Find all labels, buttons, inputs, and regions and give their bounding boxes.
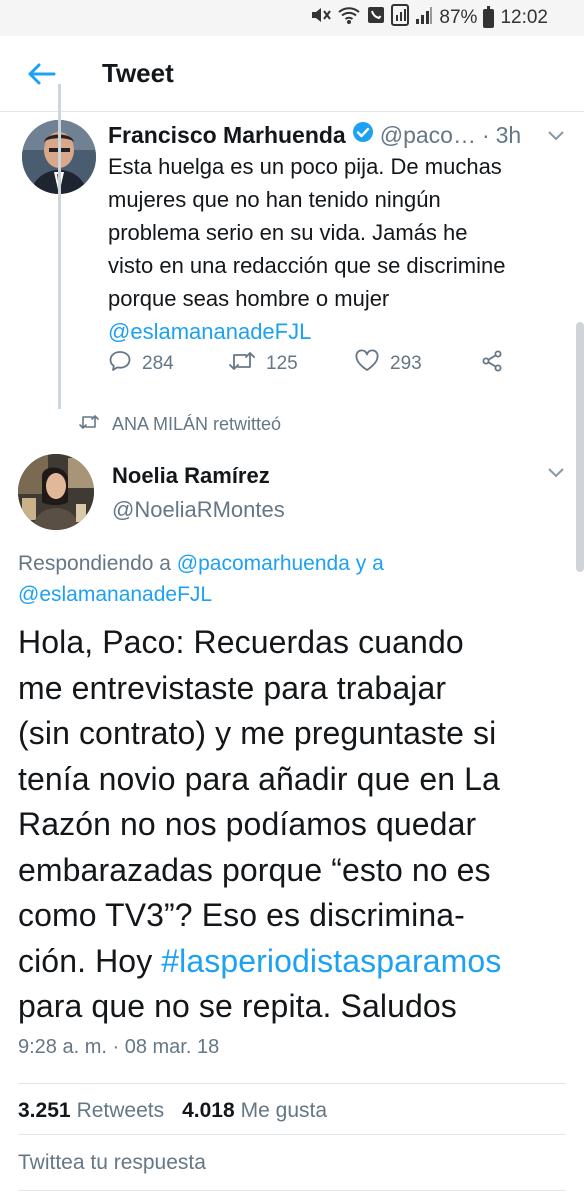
tweet-text-line: embarazadas porque “esto no es bbox=[18, 851, 491, 888]
tweet-text-line: ción. Hoy #lasperiodistasparamos bbox=[18, 939, 574, 985]
tweet-text-fragment: ción. Hoy bbox=[18, 942, 162, 979]
tweet-text-line: (sin contrato) y me preguntaste si bbox=[18, 715, 497, 751]
author-handle[interactable]: @NoeliaRMontes bbox=[112, 497, 285, 523]
divider bbox=[18, 1134, 566, 1135]
retweet-small-icon bbox=[78, 413, 100, 436]
heart-icon bbox=[354, 349, 380, 379]
author-handle[interactable]: @paco… bbox=[380, 122, 476, 149]
battery-percent: 87% bbox=[439, 7, 478, 28]
replying-and: y a bbox=[349, 552, 384, 575]
app-bar: Tweet bbox=[0, 36, 584, 112]
page-title: Tweet bbox=[102, 58, 174, 88]
reply-input[interactable]: Twittea tu respuesta bbox=[18, 1151, 206, 1175]
separator-dot: · bbox=[481, 121, 490, 148]
divider bbox=[18, 1083, 566, 1084]
wifi-icon bbox=[337, 5, 361, 31]
mention-link[interactable]: @eslamananadeFJL bbox=[18, 583, 212, 606]
sim-icon bbox=[391, 4, 410, 32]
call-icon bbox=[367, 5, 385, 31]
tweet-header: Francisco Marhuenda @paco… · 3h bbox=[108, 118, 566, 152]
retweets-label[interactable]: Retweets bbox=[77, 1099, 165, 1123]
divider bbox=[18, 1190, 566, 1191]
share-button[interactable] bbox=[480, 349, 504, 379]
main-tweet-header: Noelia Ramírez @NoeliaRMontes bbox=[0, 448, 584, 538]
tweet-text-line: porque seas hombre o mujer bbox=[108, 286, 390, 311]
mute-icon bbox=[309, 5, 332, 31]
replying-to: Respondiendo a @pacomarhuenda y a @eslam… bbox=[18, 548, 568, 610]
hashtag-link[interactable]: #lasperiodistasparamos bbox=[161, 943, 501, 979]
clock: 12:02 bbox=[500, 7, 548, 28]
signal-icon bbox=[415, 5, 433, 31]
replying-prefix: Respondiendo a bbox=[18, 552, 177, 575]
tweet-text-line: visto en una redacción que se discrimine bbox=[108, 253, 506, 278]
like-total[interactable]: 4.018 bbox=[182, 1099, 235, 1123]
tweet-text-line: Hola, Paco: Recuerdas cuando bbox=[18, 624, 464, 660]
tweet-text-line: para que no se repita. Saludos bbox=[18, 988, 457, 1024]
avatar[interactable] bbox=[18, 454, 94, 530]
like-button[interactable]: 293 bbox=[354, 349, 480, 379]
reply-count: 284 bbox=[142, 353, 174, 374]
back-arrow-icon[interactable] bbox=[22, 55, 60, 93]
chevron-down-icon[interactable] bbox=[546, 466, 566, 485]
battery-icon bbox=[483, 5, 495, 28]
author-name[interactable]: Francisco Marhuenda bbox=[108, 122, 346, 149]
likes-label[interactable]: Me gusta bbox=[241, 1099, 327, 1123]
tweet-text-line: tenía novio para añadir que en La bbox=[18, 760, 500, 797]
tweet-text-line: mujeres que no han tenido ningún bbox=[108, 187, 441, 212]
tweet-text: Esta huelga es un poco pija. De muchas m… bbox=[108, 150, 568, 348]
parent-tweet[interactable]: Francisco Marhuenda @paco… · 3h Esta hue… bbox=[0, 112, 584, 402]
tweet-text-line: como TV3”? Eso es discrimina- bbox=[18, 897, 465, 933]
retweeted-by-label: ANA MILÁN retwitteó bbox=[112, 413, 282, 434]
tweet-actions: 284 125 293 bbox=[108, 346, 508, 382]
tweet-text-line: Razón no nos podíamos quedar bbox=[18, 806, 477, 842]
scrollbar[interactable] bbox=[576, 322, 584, 572]
chevron-down-icon[interactable] bbox=[546, 122, 566, 149]
retweet-icon bbox=[228, 349, 256, 379]
tweet-timestamp: 9:28 a. m. · 08 mar. 18 bbox=[18, 1036, 220, 1058]
tweet-time: 3h bbox=[495, 121, 522, 148]
tweet-text-line: me entrevistaste para trabajar bbox=[18, 669, 447, 706]
tweet-text-line: problema serio en su vida. Jamás he bbox=[108, 220, 468, 245]
verified-badge-icon bbox=[352, 121, 374, 149]
mention-link[interactable]: @pacomarhuenda bbox=[177, 552, 350, 575]
status-bar: 87% 12:02 bbox=[0, 0, 584, 36]
retweet-count: 125 bbox=[266, 353, 298, 374]
author-name[interactable]: Noelia Ramírez bbox=[112, 463, 270, 489]
thread-connector bbox=[58, 84, 61, 409]
share-icon bbox=[480, 349, 504, 379]
tweet-text-line: Esta huelga es un poco pija. De muchas bbox=[108, 154, 502, 179]
tweet-text: Hola, Paco: Recuerdas cuando me entrevis… bbox=[18, 620, 574, 1030]
like-count: 293 bbox=[390, 353, 422, 374]
reply-button[interactable]: 284 bbox=[108, 349, 228, 379]
retweet-total[interactable]: 3.251 bbox=[18, 1099, 71, 1123]
tweet-stats: 3.251 Retweets 4.018 Me gusta bbox=[18, 1099, 345, 1123]
mention-link[interactable]: @eslamananadeFJL bbox=[108, 315, 568, 348]
reply-icon bbox=[108, 349, 132, 379]
retweeted-by[interactable]: ANA MILÁN retwitteó bbox=[78, 410, 281, 438]
retweet-button[interactable]: 125 bbox=[228, 349, 354, 379]
